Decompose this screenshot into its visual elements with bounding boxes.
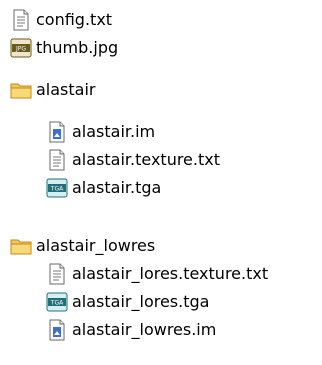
tree-item-label: alastair.tga <box>72 178 162 197</box>
svg-text:TGA: TGA <box>50 300 64 307</box>
tree-item-alastair-lores-texture-txt[interactable]: alastair_lores.texture.txt <box>46 260 268 288</box>
tree-item-label: config.txt <box>36 10 113 29</box>
tree-item-label: alastair.texture.txt <box>72 150 220 169</box>
tree-folder-label: alastair_lowres <box>36 236 156 255</box>
tree-item-label: alastair_lowres.im <box>72 320 217 339</box>
tree-item-alastair-im[interactable]: alastair.im <box>46 118 155 146</box>
tree-item-alastair-tga[interactable]: TGA alastair.tga <box>46 174 161 202</box>
svg-text:JPG: JPG <box>15 46 26 53</box>
folder-icon <box>10 235 32 257</box>
tree-folder-alastair-lowres[interactable]: alastair_lowres <box>10 232 155 260</box>
text-file-icon <box>46 149 68 171</box>
tree-item-thumb-jpg[interactable]: JPG thumb.jpg <box>10 34 118 62</box>
tree-folder-alastair[interactable]: alastair <box>10 76 96 104</box>
tree-item-alastair-lores-tga[interactable]: TGA alastair_lores.tga <box>46 288 209 316</box>
jpg-file-icon: JPG <box>10 37 32 59</box>
tree-folder-label: alastair <box>36 80 96 99</box>
tga-file-icon: TGA <box>46 177 68 199</box>
tga-file-icon: TGA <box>46 291 68 313</box>
tree-item-label: thumb.jpg <box>36 38 119 57</box>
tree-item-label: alastair_lores.texture.txt <box>72 264 269 283</box>
folder-icon <box>10 79 32 101</box>
tree-item-label: alastair_lores.tga <box>72 292 210 311</box>
svg-text:TGA: TGA <box>50 186 64 193</box>
image-file-icon <box>46 121 68 143</box>
text-file-icon <box>46 263 68 285</box>
tree-item-alastair-lowres-im[interactable]: alastair_lowres.im <box>46 316 216 344</box>
tree-item-config-txt[interactable]: config.txt <box>10 6 112 34</box>
image-file-icon <box>46 319 68 341</box>
text-file-icon <box>10 9 32 31</box>
tree-item-label: alastair.im <box>72 122 156 141</box>
tree-item-alastair-texture-txt[interactable]: alastair.texture.txt <box>46 146 220 174</box>
